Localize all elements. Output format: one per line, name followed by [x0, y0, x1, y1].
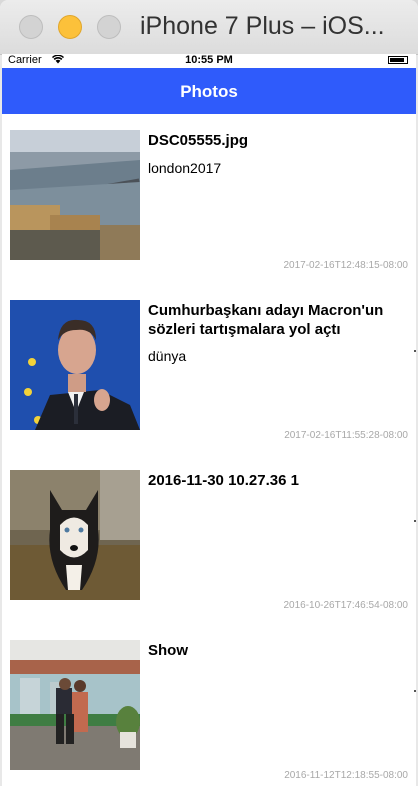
close-window-button[interactable] [19, 15, 43, 39]
photo-cell[interactable]: Show 2016-11-12T12:18:55-08:00 [2, 624, 416, 786]
photo-subtitle: london2017 [148, 160, 222, 176]
battery-icon [388, 56, 408, 64]
photo-thumbnail [10, 300, 140, 430]
zoom-window-button[interactable] [97, 15, 121, 39]
photo-title: DSC05555.jpg [148, 132, 249, 149]
status-time: 10:55 PM [185, 54, 233, 66]
window-title: iPhone 7 Plus – iOS... [140, 12, 385, 40]
photo-thumbnail [10, 640, 140, 770]
minimize-window-button[interactable] [58, 15, 82, 39]
device-screen: Carrier 10:55 PM Photos DSC05555.jpg lon… [2, 54, 416, 786]
photo-date: 2017-02-16T12:48:15-08:00 [283, 260, 408, 271]
photo-title: Show [148, 642, 188, 659]
window-titlebar: iPhone 7 Plus – iOS... [0, 0, 418, 55]
scroll-edge-mark [414, 350, 416, 352]
photo-thumbnail [10, 130, 140, 260]
photo-title: 2016-11-30 10.27.36 1 [148, 472, 299, 489]
photo-date: 2016-11-12T12:18:55-08:00 [284, 770, 408, 781]
navigation-bar: Photos [2, 68, 416, 114]
photo-cell[interactable]: Cumhurbaşkanı adayı Macron'un sözleri ta… [2, 284, 416, 454]
scroll-edge-mark [414, 520, 416, 522]
scroll-edge-mark [414, 690, 416, 692]
photo-cell[interactable]: DSC05555.jpg london2017 2017-02-16T12:48… [2, 114, 416, 284]
status-bar: Carrier 10:55 PM [2, 54, 416, 68]
photo-thumbnail [10, 470, 140, 600]
photo-date: 2017-02-16T11:55:28-08:00 [284, 430, 408, 441]
simulator-window: iPhone 7 Plus – iOS... Carrier 10:55 PM … [0, 0, 418, 786]
photo-subtitle: dünya [148, 348, 187, 364]
photo-cell[interactable]: 2016-11-30 10.27.36 1 2016-10-26T17:46:5… [2, 454, 416, 624]
photo-title: Cumhurbaşkanı adayı Macron'un sözleri ta… [148, 302, 384, 338]
nav-title: Photos [180, 82, 238, 101]
photo-list[interactable]: DSC05555.jpg london2017 2017-02-16T12:48… [2, 114, 416, 786]
photo-date: 2016-10-26T17:46:54-08:00 [283, 600, 408, 611]
